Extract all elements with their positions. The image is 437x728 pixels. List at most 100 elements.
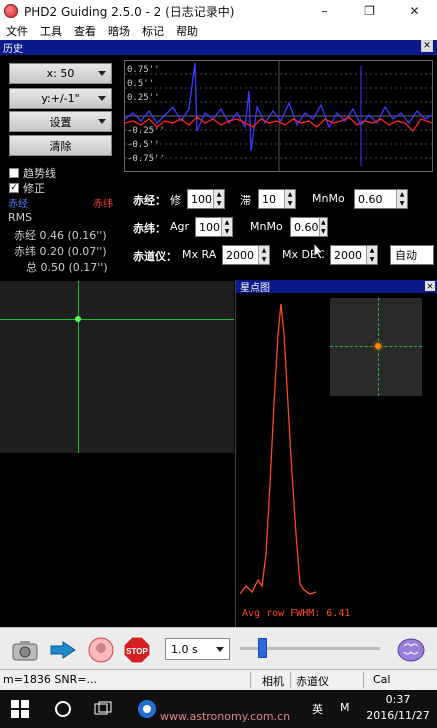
chevron-down-icon <box>98 71 106 76</box>
browser-icon[interactable] <box>137 699 157 719</box>
stop-button[interactable]: STOP <box>122 635 152 665</box>
spin-up-icon[interactable]: ▲ <box>320 218 328 227</box>
y-tick-0.5: 0.5'' <box>127 79 154 89</box>
camera-frame[interactable] <box>0 281 234 453</box>
camera-view[interactable] <box>0 281 234 627</box>
title-bar: PHD2 Guiding 2.5.0 - 2 (日志记录中) – ❐ ✕ <box>0 0 437 22</box>
guide-history-graph[interactable]: 0.75'' 0.5'' 0.25'' -0.25'' -0.5'' -0.75… <box>124 60 433 172</box>
settings-dropdown[interactable]: 设置 <box>9 111 112 132</box>
menu-bookmarks[interactable]: 标记 <box>136 23 170 39</box>
dec-aggression-spinner[interactable]: 100 ▲ ▼ <box>195 217 233 237</box>
spinner-buttons[interactable]: ▲ ▼ <box>258 246 269 264</box>
gamma-slider-thumb[interactable] <box>258 638 267 658</box>
trendline-checkbox-row[interactable]: 趋势线 <box>9 165 56 181</box>
brain-button[interactable] <box>396 635 426 665</box>
y-scale-dropdown[interactable]: y:+/-1" <box>9 88 112 109</box>
dec-mode-dropdown[interactable]: 自动 <box>390 245 434 265</box>
phd2-app-icon <box>4 4 18 18</box>
ra-hysteresis-spinner[interactable]: 10 ▲ ▼ <box>258 189 296 209</box>
spin-up-icon[interactable]: ▲ <box>222 218 232 227</box>
ra-minmo-label: MnMo <box>312 192 345 205</box>
correction-checkbox-row[interactable]: ✓ 修正 <box>9 180 45 196</box>
mount-status: 赤道仪 <box>296 675 329 688</box>
guide-button[interactable] <box>86 635 116 665</box>
connect-equipment-button[interactable] <box>48 635 78 665</box>
ra-minmo-spinner[interactable]: 0.60 ▲ ▼ <box>354 189 408 209</box>
history-close-button[interactable]: ✕ <box>421 40 433 52</box>
ra-params-label: 赤经： <box>133 194 166 207</box>
windows-start-icon[interactable] <box>10 699 30 719</box>
star-profile-close-button[interactable]: ✕ <box>425 281 435 291</box>
rms-total-label: 总 <box>26 261 37 274</box>
x-scale-dropdown[interactable]: x: 50 <box>9 63 112 84</box>
spinner-buttons[interactable]: ▲ ▼ <box>318 218 328 236</box>
rms-dec-value: 0.20 (0.07'') <box>39 245 107 258</box>
rms-dec-row: 赤纬 0.20 (0.07'') <box>14 243 107 259</box>
svg-text:STOP: STOP <box>126 647 148 656</box>
camera-status: 相机 <box>262 675 284 688</box>
spinner-buttons[interactable]: ▲ ▼ <box>396 190 407 208</box>
spinner-buttons[interactable]: ▲ ▼ <box>366 246 377 264</box>
chevron-down-icon <box>216 647 224 652</box>
loop-button[interactable] <box>10 635 40 665</box>
menu-view[interactable]: 查看 <box>68 23 102 39</box>
task-view-icon[interactable] <box>93 699 113 719</box>
spin-down-icon[interactable]: ▼ <box>214 199 224 208</box>
spin-up-icon[interactable]: ▲ <box>285 190 295 199</box>
windows-taskbar: www.astronomy.com.cn 英 M 0:37 2016/11/27 <box>0 690 437 728</box>
usb-connect-icon <box>50 641 76 659</box>
ime-indicator[interactable]: 英 <box>312 701 323 717</box>
spin-down-icon[interactable]: ▼ <box>397 199 407 208</box>
star-profile-curve <box>239 303 317 595</box>
rms-ra-value: 0.46 (0.16'') <box>39 229 107 242</box>
maximize-button[interactable]: ❐ <box>347 0 392 22</box>
main-toolbar: STOP 1.0 s <box>0 627 437 669</box>
dec-aggression-value: 100 <box>199 220 220 234</box>
guide-graph-svg: 0.75'' 0.5'' 0.25'' -0.25'' -0.5'' -0.75… <box>124 61 433 171</box>
spinner-buttons[interactable]: ▲ ▼ <box>221 218 232 236</box>
ra-aggression-spinner[interactable]: 100 ▲ ▼ <box>187 189 225 209</box>
window-controls: – ❐ ✕ <box>302 0 437 22</box>
phd-guide-icon <box>88 637 114 663</box>
spin-up-icon[interactable]: ▲ <box>397 190 407 199</box>
thumbnail-star <box>375 343 381 349</box>
rms-ra-row: 赤经 0.46 (0.16'') <box>14 227 107 243</box>
minimize-button[interactable]: – <box>302 0 347 22</box>
spinner-buttons[interactable]: ▲ ▼ <box>213 190 224 208</box>
mouse-cursor-icon <box>313 242 325 260</box>
menu-tools[interactable]: 工具 <box>34 23 68 39</box>
clear-button[interactable]: 清除 <box>9 135 112 156</box>
y-tick-0.75: 0.75'' <box>127 65 160 75</box>
mount-params-label: 赤道仪： <box>133 250 177 263</box>
menu-darks[interactable]: 暗场 <box>102 23 136 39</box>
cortana-icon[interactable] <box>53 699 73 719</box>
correction-label: 修正 <box>23 182 45 195</box>
menu-help[interactable]: 帮助 <box>170 23 204 39</box>
correction-checkbox[interactable]: ✓ <box>9 183 19 193</box>
dec-params-label: 赤纬： <box>133 222 166 235</box>
spin-up-icon[interactable]: ▲ <box>259 246 269 255</box>
taskbar-clock-date[interactable]: 2016/11/27 <box>365 709 431 722</box>
trendline-checkbox[interactable] <box>9 168 19 178</box>
close-button[interactable]: ✕ <box>392 0 437 22</box>
max-dec-spinner[interactable]: 2000 ▲ ▼ <box>330 245 378 265</box>
menu-bar: 文件 工具 查看 暗场 标记 帮助 <box>0 22 437 40</box>
spin-down-icon[interactable]: ▼ <box>367 255 377 264</box>
taskbar-clock-time[interactable]: 0:37 <box>365 693 431 706</box>
chevron-down-icon <box>98 119 106 124</box>
spin-up-icon[interactable]: ▲ <box>367 246 377 255</box>
exposure-dropdown[interactable]: 1.0 s <box>165 638 230 660</box>
ime-mode-indicator[interactable]: M <box>340 701 350 714</box>
dec-mode-value: 自动 <box>395 249 417 262</box>
dec-minmo-spinner[interactable]: 0.60 ▲ ▼ <box>290 217 328 237</box>
ra-minmo-value: 0.60 <box>358 192 383 206</box>
spin-down-icon[interactable]: ▼ <box>320 227 328 236</box>
spinner-buttons[interactable]: ▲ ▼ <box>284 190 295 208</box>
spin-down-icon[interactable]: ▼ <box>259 255 269 264</box>
menu-file[interactable]: 文件 <box>0 23 34 39</box>
spin-up-icon[interactable]: ▲ <box>214 190 224 199</box>
spin-down-icon[interactable]: ▼ <box>222 227 232 236</box>
max-ra-spinner[interactable]: 2000 ▲ ▼ <box>222 245 270 265</box>
spin-down-icon[interactable]: ▼ <box>285 199 295 208</box>
rms-ra-label: 赤经 <box>14 229 36 242</box>
